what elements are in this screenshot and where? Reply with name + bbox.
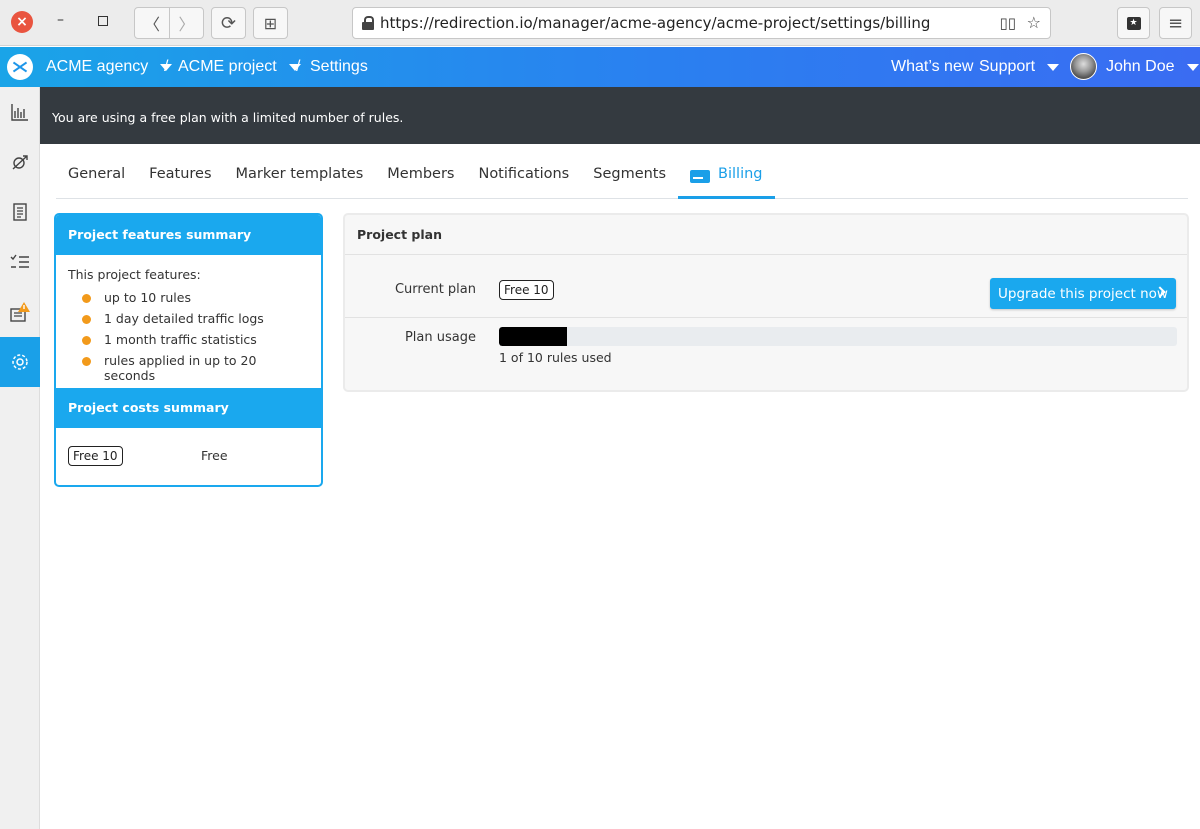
- browser-toolbar: × – 〈 〉 ⟳ ⊞ https://redirection.io/manag…: [0, 0, 1200, 46]
- features-summary-title: Project features summary: [56, 215, 321, 255]
- project-summary-card: Project features summary This project fe…: [54, 213, 323, 487]
- support-label: Support: [979, 58, 1036, 75]
- rules-icon: [13, 203, 27, 221]
- extensions-button[interactable]: ★: [1117, 7, 1150, 39]
- avatar[interactable]: [1070, 53, 1097, 80]
- breadcrumb-current-page: Settings: [310, 58, 368, 75]
- app-header: ACME agency / ACME project / Settings Wh…: [0, 47, 1200, 87]
- plan-usage-progress: [499, 327, 1177, 346]
- sidebar-item-settings[interactable]: [0, 337, 40, 387]
- window-close-button[interactable]: ×: [11, 11, 33, 33]
- sidebar-item-notifications[interactable]: [0, 287, 40, 337]
- new-tab-icon: ⊞: [263, 13, 278, 33]
- lock-icon: [362, 16, 374, 30]
- free-plan-notice: You are using a free plan with a limited…: [40, 87, 1200, 144]
- traffic-logs-icon: [12, 155, 28, 170]
- hamburger-menu-icon: ≡: [1167, 12, 1184, 34]
- reader-view-icon[interactable]: ▯▯: [999, 14, 1016, 32]
- sidebar-item-rules[interactable]: [0, 187, 40, 237]
- list-item: 1 month traffic statistics: [68, 332, 309, 353]
- bookmark-star-icon[interactable]: ☆: [1027, 13, 1041, 32]
- tab-features[interactable]: Features: [137, 156, 223, 199]
- upgrade-project-button[interactable]: Upgrade this project now: [990, 278, 1176, 309]
- support-menu[interactable]: Support: [979, 58, 1060, 76]
- features-list: up to 10 rules 1 day detailed traffic lo…: [68, 290, 309, 383]
- tab-general[interactable]: General: [56, 156, 137, 199]
- tab-billing[interactable]: Billing: [678, 156, 775, 199]
- breadcrumb-separator: /: [164, 58, 169, 75]
- forward-button[interactable]: 〉: [169, 7, 204, 39]
- address-bar[interactable]: https://redirection.io/manager/acme-agen…: [352, 7, 1051, 39]
- notifications-icon: [10, 302, 30, 322]
- list-item: 1 day detailed traffic logs: [68, 311, 309, 332]
- plan-usage-progress-fill: [499, 327, 567, 346]
- credit-card-icon: [690, 170, 711, 183]
- project-name: ACME project: [178, 58, 277, 75]
- organization-switcher[interactable]: ACME agency: [46, 58, 173, 76]
- upgrade-label: Upgrade this project now: [998, 285, 1168, 302]
- plan-badge: Free 10: [68, 446, 123, 466]
- back-button[interactable]: 〈: [134, 7, 170, 39]
- caret-down-icon: [1186, 63, 1199, 71]
- plan-usage-label: Plan usage: [404, 330, 476, 345]
- window-minimize-button[interactable]: –: [57, 12, 64, 28]
- forward-icon: 〉: [178, 15, 195, 34]
- usage-text: 1 of 10 rules used: [499, 350, 612, 365]
- settings-icon: [12, 354, 28, 370]
- reload-button[interactable]: ⟳: [211, 7, 246, 39]
- new-tab-button[interactable]: ⊞: [253, 7, 288, 39]
- features-intro: This project features:: [68, 267, 201, 282]
- extension-icon: ★: [1126, 16, 1141, 30]
- list-item: rules applied in up to 20 seconds: [68, 353, 309, 383]
- redirection-logo[interactable]: [0, 47, 40, 87]
- sidebar-item-traffic[interactable]: [0, 137, 40, 187]
- sidebar: [0, 87, 40, 829]
- costs-summary-row: Free 10 Free: [56, 428, 321, 485]
- tab-segments[interactable]: Segments: [581, 156, 678, 199]
- browser-menu-button[interactable]: ≡: [1159, 7, 1192, 39]
- plan-cost: Free: [201, 448, 228, 463]
- organization-name: ACME agency: [46, 58, 149, 75]
- project-plan-panel: Project plan Current plan Free 10 Upgrad…: [343, 213, 1189, 392]
- tab-members[interactable]: Members: [375, 156, 466, 199]
- window-maximize-button[interactable]: [98, 16, 108, 26]
- current-plan-label: Current plan: [394, 282, 476, 297]
- settings-tabs: General Features Marker templates Member…: [56, 156, 1188, 199]
- checklist-icon: [10, 254, 29, 268]
- project-plan-title: Project plan: [345, 215, 1187, 255]
- user-menu[interactable]: John Doe: [1106, 58, 1199, 76]
- divider: [345, 317, 1187, 318]
- url-text[interactable]: https://redirection.io/manager/acme-agen…: [380, 14, 930, 32]
- sidebar-item-analytics[interactable]: [0, 87, 40, 137]
- tab-marker-templates[interactable]: Marker templates: [224, 156, 376, 199]
- current-plan-badge: Free 10: [499, 280, 554, 300]
- user-name: John Doe: [1106, 58, 1175, 75]
- project-switcher[interactable]: ACME project: [178, 58, 301, 76]
- logo-icon: [7, 54, 33, 80]
- costs-summary-title: Project costs summary: [56, 388, 321, 428]
- tab-notifications[interactable]: Notifications: [466, 156, 581, 199]
- list-item: up to 10 rules: [68, 290, 309, 311]
- analytics-icon: [11, 104, 28, 121]
- sidebar-item-checklist[interactable]: [0, 237, 40, 287]
- back-icon: 〈: [143, 15, 160, 34]
- tab-billing-label: Billing: [718, 166, 763, 182]
- reload-icon: ⟳: [220, 12, 237, 34]
- features-summary-body: This project features: up to 10 rules 1 …: [56, 255, 321, 388]
- caret-down-icon: [1047, 63, 1060, 71]
- whats-new-link[interactable]: What’s new: [891, 58, 973, 76]
- breadcrumb-separator: /: [296, 58, 301, 75]
